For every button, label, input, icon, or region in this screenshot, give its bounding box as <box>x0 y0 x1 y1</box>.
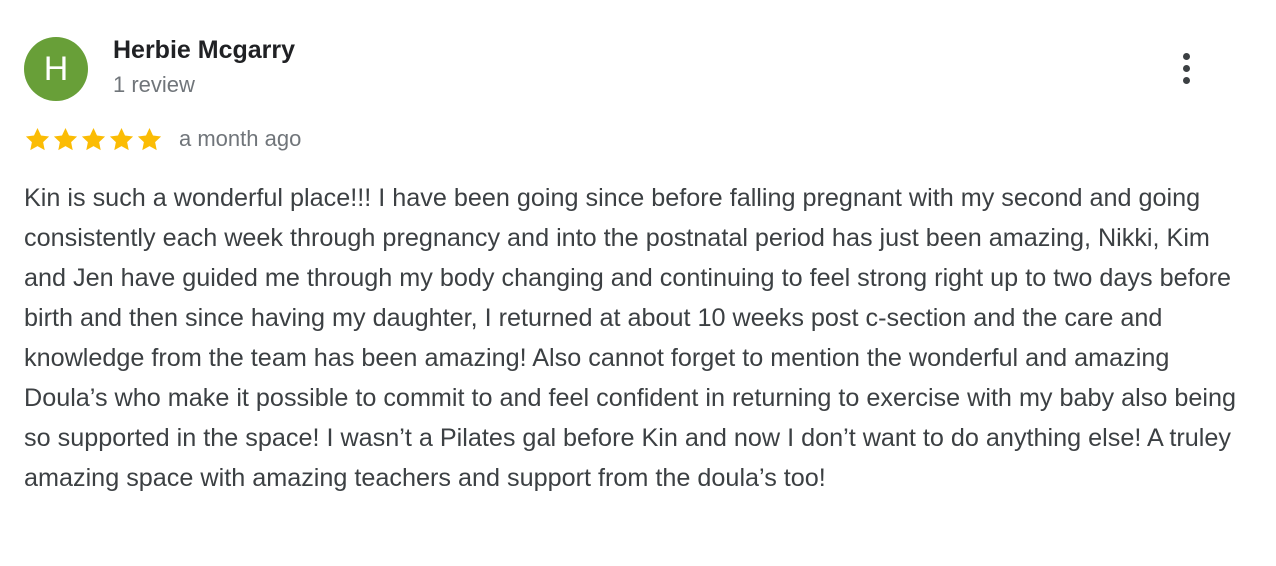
review-count: 1 review <box>113 72 195 97</box>
avatar[interactable]: H <box>24 37 88 101</box>
more-options-button[interactable] <box>1166 48 1206 88</box>
star-rating <box>24 126 163 153</box>
more-vert-icon-dot <box>1182 64 1190 72</box>
star-icon <box>137 127 162 150</box>
star-icon <box>109 127 134 150</box>
review-date: a month ago <box>179 126 302 151</box>
more-vert-icon-dot <box>1182 76 1190 84</box>
star-icon <box>81 127 106 150</box>
star-icon <box>53 127 78 150</box>
star-icon <box>25 127 50 150</box>
review-text: Kin is such a wonderful place!!! I have … <box>24 184 1236 492</box>
rating-row: a month ago <box>24 124 301 154</box>
reviewer-name[interactable]: Herbie Mcgarry <box>113 36 295 65</box>
more-vert-icon <box>1182 52 1190 60</box>
review-card: H Herbie Mcgarry 1 review a month ago Ki… <box>0 0 1276 566</box>
